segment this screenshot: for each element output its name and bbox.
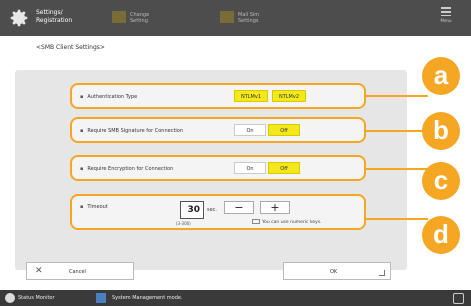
menu-icon (441, 7, 451, 16)
encryption-on-button[interactable]: On (234, 162, 266, 174)
timeout-label: Timeout (80, 204, 107, 210)
decrement-button[interactable]: − (224, 201, 254, 214)
header-title: Settings/ Registration (36, 9, 73, 24)
signature-off-button[interactable]: Off (268, 124, 300, 136)
close-icon: ✕ (35, 266, 43, 276)
encryption-off-button[interactable]: Off (268, 162, 300, 174)
corner-icon (379, 270, 385, 276)
callout-connector (366, 218, 428, 220)
auth-type-label: Authentication Type (80, 94, 137, 100)
encryption-row: Require Encryption for Connection On Off (70, 155, 366, 181)
menu-button[interactable]: Menu (437, 7, 455, 29)
auth-type-row: Authentication Type NTLMv1 NTLMv2 (70, 83, 366, 109)
callout-connector (366, 95, 428, 97)
ok-button[interactable]: OK (283, 262, 391, 280)
status-monitor-label[interactable]: Status Monitor (18, 295, 55, 301)
smb-signature-row: Require SMB Signature for Connection On … (70, 117, 366, 143)
ntlmv1-toggle[interactable]: NTLMv1 (234, 90, 268, 102)
timeout-range: (3-300) (176, 221, 191, 226)
callout-connector (366, 168, 428, 170)
network-icon[interactable] (453, 293, 464, 304)
shortcut-mail-settings[interactable]: Mail Sim Settings (220, 9, 280, 27)
signature-on-button[interactable]: On (234, 124, 266, 136)
shortcut-label: Change Setting (130, 12, 150, 24)
callout-d: d (422, 216, 460, 254)
callout-b: b (422, 112, 460, 150)
shortcut-icon (220, 11, 234, 23)
hint-text: You can use numeric keys. (262, 220, 322, 225)
increment-button[interactable]: + (260, 201, 290, 214)
numeric-keys-hint: You can use numeric keys. (252, 219, 322, 225)
keypad-icon (252, 219, 260, 224)
ntlmv2-toggle[interactable]: NTLMv2 (272, 90, 306, 102)
cancel-button[interactable]: ✕ Cancel (26, 262, 134, 280)
shortcut-icon (112, 11, 126, 23)
system-management-icon (96, 293, 106, 303)
ok-label: OK (330, 269, 338, 275)
encryption-label: Require Encryption for Connection (80, 166, 173, 172)
timeout-row: Timeout 30 sec. (3-300) − + You can use … (70, 194, 366, 230)
status-bar: Status Monitor System Management mode. (0, 290, 471, 306)
callout-a: a (422, 57, 460, 95)
timeout-unit: sec. (207, 207, 218, 213)
system-management-label: System Management mode. (112, 295, 183, 301)
callout-connector (366, 130, 428, 132)
status-monitor-icon[interactable] (5, 293, 15, 303)
shortcut-label: Mail Sim Settings (238, 12, 260, 24)
cancel-label: Cancel (69, 269, 86, 275)
top-bar: Settings/ Registration Change Setting Ma… (0, 0, 471, 36)
shortcut-change-setting[interactable]: Change Setting (112, 9, 172, 27)
timeout-input[interactable]: 30 (180, 201, 204, 219)
smb-signature-label: Require SMB Signature for Connection (80, 128, 183, 134)
callout-c: c (422, 162, 460, 200)
gear-icon[interactable] (8, 7, 30, 29)
menu-label: Menu (440, 18, 452, 23)
page-title: <SMB Client Settings> (36, 44, 105, 51)
